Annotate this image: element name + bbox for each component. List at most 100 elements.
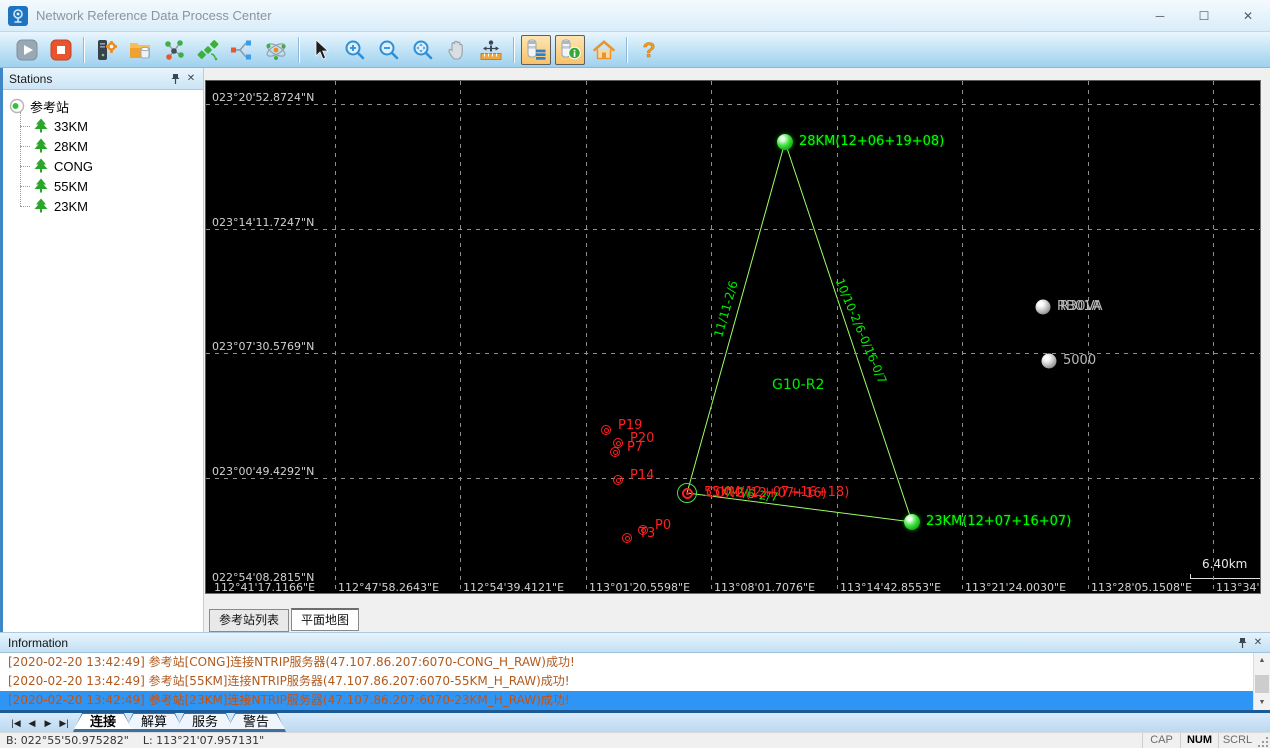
tree-item-55KM[interactable]: 55KM xyxy=(17,176,203,196)
station-tree-label: 23KM xyxy=(54,198,88,214)
log-tab-3[interactable]: 警告 xyxy=(226,713,286,732)
map-idle-station[interactable] xyxy=(1035,299,1051,315)
information-header: Information ✕ xyxy=(0,633,1270,653)
longitude-value: L: 113°21'07.957131" xyxy=(142,734,265,747)
tree-item-33KM[interactable]: 33KM xyxy=(17,116,203,136)
log-row[interactable]: [2020-02-20 13:42:49] 参考站[CONG]连接NTRIP服务… xyxy=(0,653,1253,672)
toolbar-measure-button[interactable] xyxy=(476,35,506,65)
close-button[interactable]: ✕ xyxy=(1226,0,1270,32)
tree-root-label: 参考站 xyxy=(30,99,70,115)
toolbar-process-config-button[interactable] xyxy=(91,35,121,65)
grid-line-vertical xyxy=(1088,81,1089,593)
map-point-label-P14: P14 xyxy=(630,468,655,483)
map-point-P7[interactable] xyxy=(610,447,620,457)
map-tab-0[interactable]: 参考站列表 xyxy=(209,609,290,632)
application-window: Network Reference Data Process Center ─ … xyxy=(0,0,1270,748)
log-tab-0[interactable]: 连接 xyxy=(73,713,133,732)
map-idle-station[interactable] xyxy=(1041,353,1057,369)
latitude-tick-label: 023°00'49.4292"N xyxy=(212,465,315,478)
pin-icon[interactable] xyxy=(1234,636,1250,650)
toolbar-network-graph-button[interactable] xyxy=(159,35,189,65)
longitude-tick-label: 113°14'42.8553"E xyxy=(840,581,942,594)
log-row[interactable]: [2020-02-20 13:42:49] 参考站[23KM]连接NTRIP服务… xyxy=(0,691,1253,710)
toolbar-station-list-button[interactable] xyxy=(521,34,551,65)
map-station-alarm[interactable] xyxy=(677,483,697,503)
satellite-icon xyxy=(196,38,220,62)
maximize-button[interactable]: ☐ xyxy=(1182,0,1226,32)
scale-bar xyxy=(1190,574,1260,579)
toolbar-home-button[interactable] xyxy=(589,35,619,65)
scroll-down-icon[interactable]: ▼ xyxy=(1254,695,1270,710)
grid-line-vertical xyxy=(460,81,461,593)
tab-nav-2-button[interactable]: ▶ xyxy=(40,714,56,732)
close-icon[interactable]: ✕ xyxy=(1250,636,1266,650)
stations-panel-title: Stations xyxy=(9,71,53,86)
pan-icon xyxy=(445,38,469,62)
minimize-button[interactable]: ─ xyxy=(1138,0,1182,32)
map-point-P19[interactable] xyxy=(601,425,611,435)
measure-icon xyxy=(479,38,503,62)
pin-icon[interactable] xyxy=(167,72,183,86)
toolbar-pan-button[interactable] xyxy=(442,35,472,65)
map-point-P14[interactable] xyxy=(613,475,623,485)
idle-station-label: 5000 xyxy=(1063,353,1097,368)
reference-station-root-icon xyxy=(9,98,25,114)
toolbar-stop-button[interactable] xyxy=(46,35,76,65)
log-row[interactable]: [2020-02-20 13:42:49] 参考站[55KM]连接NTRIP服务… xyxy=(0,672,1253,691)
station-info-icon xyxy=(558,38,582,62)
map-tab-strip: 参考站列表 平面地图 xyxy=(204,596,1270,632)
map-tab-1[interactable]: 平面地图 xyxy=(291,608,360,631)
idle-station-label: R30VA xyxy=(1060,299,1103,314)
toolbar-station-info-button[interactable] xyxy=(555,34,585,65)
toolbar-data-folder-button[interactable] xyxy=(125,35,155,65)
toolbar-zoom-out-button[interactable] xyxy=(374,35,404,65)
toolbar-topology-button[interactable] xyxy=(227,35,257,65)
grid-line-horizontal xyxy=(206,353,1260,354)
close-icon[interactable]: ✕ xyxy=(183,72,199,86)
toolbar-solution-button[interactable] xyxy=(261,35,291,65)
map-station-28KM[interactable] xyxy=(777,134,793,150)
tree-item-28KM[interactable]: 28KM xyxy=(17,136,203,156)
toolbar-satellite-button[interactable] xyxy=(193,35,223,65)
status-toggles: CAP NUM SCRL xyxy=(1142,732,1256,748)
station-tree-label: CONG xyxy=(54,158,93,174)
zoom-out-icon xyxy=(377,38,401,62)
process-config-icon xyxy=(94,38,118,62)
grid-line-horizontal xyxy=(206,478,1260,479)
tab-nav-buttons: |◀ ◀ ▶ ▶| xyxy=(8,714,72,732)
grid-line-vertical xyxy=(586,81,587,593)
tab-nav-1-button[interactable]: ◀ xyxy=(24,714,40,732)
station-tree-icon xyxy=(33,118,49,134)
grid-line-vertical xyxy=(335,81,336,593)
scroll-thumb[interactable] xyxy=(1255,675,1269,693)
toolbar-help-button[interactable]: ? xyxy=(634,35,664,65)
toolbar-select-cursor-button[interactable] xyxy=(306,35,336,65)
stations-panel-header: Stations ✕ xyxy=(3,68,203,90)
map-point-T3[interactable] xyxy=(622,533,632,543)
map-station-23KM[interactable] xyxy=(904,514,920,530)
grid-line-vertical xyxy=(711,81,712,593)
latitude-value: B: 022°55'50.975282" xyxy=(6,734,129,747)
tree-root-reference-stations[interactable]: 参考站 xyxy=(9,96,203,116)
toolbar-zoom-full-button[interactable] xyxy=(408,35,438,65)
map-point-label-P0: P0 xyxy=(655,518,672,533)
tree-item-CONG[interactable]: CONG xyxy=(17,156,203,176)
map-canvas[interactable]: G10-R2 6.40km 023°20'52.8724"N 023°14'11.… xyxy=(205,80,1261,594)
log-list: [2020-02-20 13:42:49] 参考站[CONG]连接NTRIP服务… xyxy=(0,653,1253,710)
log-scrollbar[interactable]: ▲ ▼ xyxy=(1253,653,1270,710)
scroll-up-icon[interactable]: ▲ xyxy=(1254,653,1270,668)
toolbar-start-button[interactable] xyxy=(12,35,42,65)
status-toggle-cap: CAP xyxy=(1142,732,1180,748)
status-bar: B: 022°55'50.975282" L: 113°21'07.957131… xyxy=(0,732,1270,748)
tab-nav-3-button[interactable]: ▶| xyxy=(56,714,72,732)
scale-bar-label: 6.40km xyxy=(1202,557,1248,571)
toolbar-divider xyxy=(513,36,514,63)
status-toggle-num: NUM xyxy=(1180,732,1218,748)
resize-grip[interactable] xyxy=(1256,733,1270,748)
tab-nav-0-button[interactable]: |◀ xyxy=(8,714,24,732)
alarm-bullseye-icon xyxy=(681,487,693,499)
longitude-tick-label: 112°47'58.2643"E xyxy=(338,581,440,594)
tree-item-23KM[interactable]: 23KM xyxy=(17,196,203,216)
station-tree-icon xyxy=(33,158,49,174)
toolbar-zoom-in-button[interactable] xyxy=(340,35,370,65)
